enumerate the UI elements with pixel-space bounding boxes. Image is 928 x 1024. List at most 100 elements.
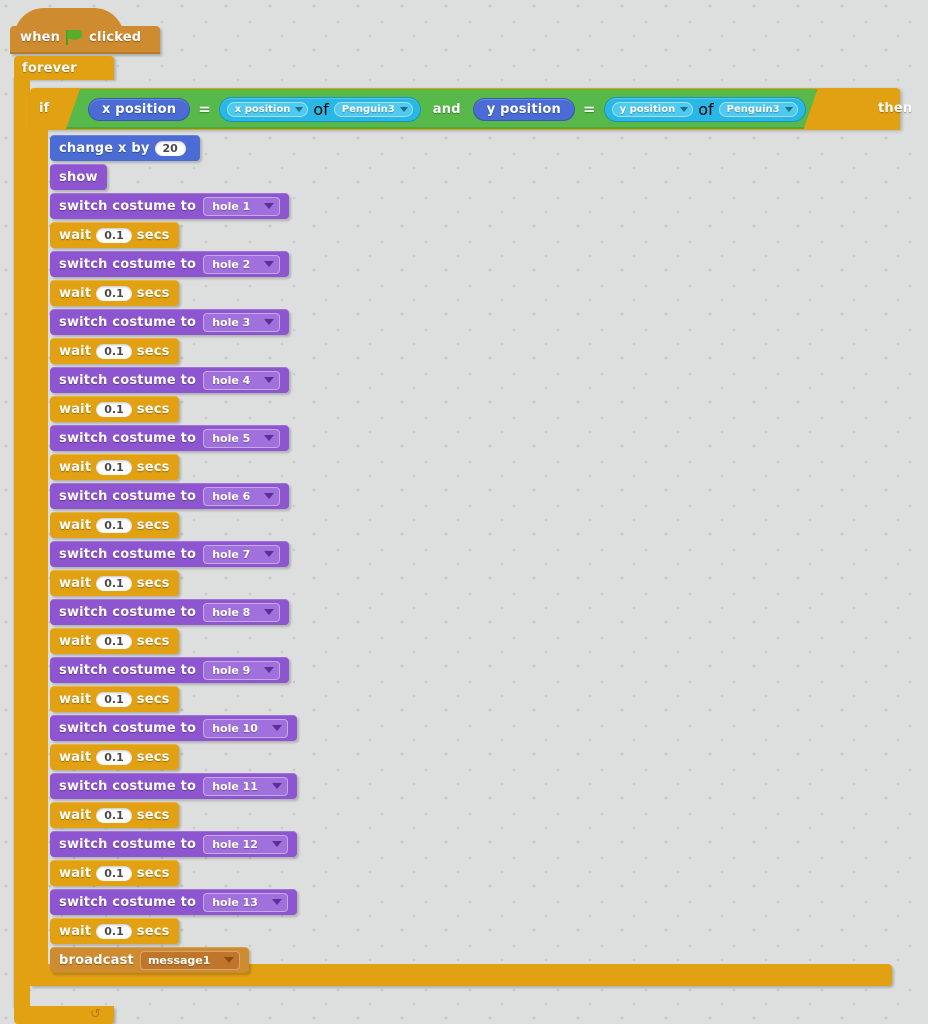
switch-costume-block-dropdown[interactable]: hole 8 xyxy=(203,602,281,622)
switch-costume-block-dropdown[interactable]: hole 10 xyxy=(203,718,288,738)
switch-costume-block[interactable]: switch costume to hole 2 xyxy=(50,251,290,277)
wait-block[interactable]: wait 0.1 secs xyxy=(50,628,179,654)
wait-block-value-input[interactable]: 0.1 xyxy=(96,517,132,533)
wait-block[interactable]: wait 0.1 secs xyxy=(50,918,179,944)
switch-costume-block[interactable]: switch costume to hole 12 xyxy=(50,831,297,857)
loop-arrow-icon: ↺ xyxy=(90,1007,101,1022)
green-flag-icon xyxy=(66,30,83,45)
wait-block-label: wait xyxy=(59,459,92,475)
switch-costume-block-dropdown-label: hole 6 xyxy=(212,489,251,503)
wait-block-suffix-label: secs xyxy=(136,401,170,417)
switch-costume-block-dropdown-label: hole 2 xyxy=(212,257,251,271)
wait-block[interactable]: wait 0.1 secs xyxy=(50,338,179,364)
switch-costume-block-dropdown-label: hole 11 xyxy=(212,779,258,793)
wait-block-suffix-label: secs xyxy=(136,517,170,533)
wait-block-value-input[interactable]: 0.1 xyxy=(96,807,132,823)
switch-costume-block-dropdown-label: hole 8 xyxy=(212,605,251,619)
switch-costume-block-dropdown[interactable]: hole 3 xyxy=(203,312,281,332)
wait-block-label: wait xyxy=(59,633,92,649)
wait-block-label: wait xyxy=(59,401,92,417)
wait-block-value-input[interactable]: 0.1 xyxy=(96,633,132,649)
switch-costume-block-dropdown[interactable]: hole 7 xyxy=(203,544,281,564)
broadcast-block-dropdown[interactable]: message1 xyxy=(139,950,241,970)
switch-costume-block-dropdown[interactable]: hole 12 xyxy=(203,834,288,854)
switch-costume-block-dropdown-label: hole 12 xyxy=(212,837,258,851)
x-position-reporter[interactable]: x position xyxy=(88,98,190,121)
wait-block[interactable]: wait 0.1 secs xyxy=(50,570,179,596)
of-label-y: of xyxy=(698,99,714,119)
property-dropdown-y[interactable]: y position xyxy=(612,102,694,117)
sprite-dropdown-x[interactable]: Penguin3 xyxy=(334,102,413,117)
switch-costume-block-dropdown[interactable]: hole 6 xyxy=(203,486,281,506)
switch-costume-block[interactable]: switch costume to hole 13 xyxy=(50,889,297,915)
switch-costume-block-dropdown[interactable]: hole 11 xyxy=(203,776,288,796)
switch-costume-block-label: switch costume to xyxy=(59,778,197,794)
when-flag-clicked-block[interactable]: when clicked xyxy=(10,8,160,54)
chevron-down-icon xyxy=(295,107,303,112)
switch-costume-block[interactable]: switch costume to hole 7 xyxy=(50,541,290,567)
wait-block[interactable]: wait 0.1 secs xyxy=(50,744,179,770)
change-x-by-block-value-input[interactable]: 20 xyxy=(154,140,186,156)
sensing-of-block-x[interactable]: x position of Penguin3 xyxy=(219,97,421,122)
script-canvas[interactable]: when clicked forever ↺ if x position = x… xyxy=(0,0,928,1024)
wait-block-suffix-label: secs xyxy=(136,923,170,939)
wait-block-value-input[interactable]: 0.1 xyxy=(96,343,132,359)
wait-block-value-input[interactable]: 0.1 xyxy=(96,401,132,417)
switch-costume-block-dropdown[interactable]: hole 1 xyxy=(203,196,281,216)
wait-block-value-input[interactable]: 0.1 xyxy=(96,285,132,301)
switch-costume-block[interactable]: switch costume to hole 5 xyxy=(50,425,290,451)
wait-block-value-input[interactable]: 0.1 xyxy=(96,865,132,881)
switch-costume-block[interactable]: switch costume to hole 1 xyxy=(50,193,290,219)
wait-block[interactable]: wait 0.1 secs xyxy=(50,280,179,306)
switch-costume-block-dropdown[interactable]: hole 13 xyxy=(203,892,288,912)
wait-block-value-input[interactable]: 0.1 xyxy=(96,923,132,939)
wait-block-suffix-label: secs xyxy=(136,343,170,359)
switch-costume-block[interactable]: switch costume to hole 6 xyxy=(50,483,290,509)
if-then-block-header[interactable]: if x position = x position of Penguin3 a… xyxy=(30,88,912,130)
broadcast-block-dropdown-label: message1 xyxy=(147,953,211,967)
switch-costume-block[interactable]: switch costume to hole 11 xyxy=(50,773,297,799)
wait-block-value-input[interactable]: 0.1 xyxy=(96,575,132,591)
wait-block[interactable]: wait 0.1 secs xyxy=(50,222,179,248)
equals-operator-block-y[interactable]: y position = y position of Penguin3 xyxy=(473,97,806,122)
switch-costume-block-dropdown-label: hole 7 xyxy=(212,547,251,561)
if-label: if xyxy=(39,101,50,116)
equals-operator-block-x[interactable]: x position = x position of Penguin3 xyxy=(88,97,421,122)
wait-block[interactable]: wait 0.1 secs xyxy=(50,686,179,712)
switch-costume-block-label: switch costume to xyxy=(59,546,197,562)
switch-costume-block-dropdown[interactable]: hole 2 xyxy=(203,254,281,274)
switch-costume-block-dropdown[interactable]: hole 4 xyxy=(203,370,281,390)
switch-costume-block-dropdown[interactable]: hole 5 xyxy=(203,428,281,448)
wait-block[interactable]: wait 0.1 secs xyxy=(50,396,179,422)
forever-block-header[interactable]: forever xyxy=(14,56,114,80)
property-dropdown-x[interactable]: x position xyxy=(227,102,309,117)
chevron-down-icon xyxy=(264,203,275,209)
wait-block[interactable]: wait 0.1 secs xyxy=(50,512,179,538)
equals-sign-x: = xyxy=(198,100,211,118)
switch-costume-block[interactable]: switch costume to hole 8 xyxy=(50,599,290,625)
switch-costume-block[interactable]: switch costume to hole 3 xyxy=(50,309,290,335)
switch-costume-block-label: switch costume to xyxy=(59,488,197,504)
switch-costume-block-dropdown[interactable]: hole 9 xyxy=(203,660,281,680)
switch-costume-block[interactable]: switch costume to hole 10 xyxy=(50,715,297,741)
change-x-by-block[interactable]: change x by 20 xyxy=(50,135,200,161)
switch-costume-block[interactable]: switch costume to hole 4 xyxy=(50,367,290,393)
switch-costume-block[interactable]: switch costume to hole 9 xyxy=(50,657,290,683)
sprite-dropdown-y[interactable]: Penguin3 xyxy=(719,102,798,117)
wait-block-value-input[interactable]: 0.1 xyxy=(96,691,132,707)
wait-block[interactable]: wait 0.1 secs xyxy=(50,454,179,480)
wait-block-value-input[interactable]: 0.1 xyxy=(96,459,132,475)
and-operator-block[interactable]: x position = x position of Penguin3 and xyxy=(66,89,818,129)
sensing-of-block-y[interactable]: y position of Penguin3 xyxy=(604,97,806,122)
switch-costume-block-label: switch costume to xyxy=(59,662,197,678)
chevron-down-icon xyxy=(264,493,275,499)
wait-block-value-input[interactable]: 0.1 xyxy=(96,227,132,243)
wait-block[interactable]: wait 0.1 secs xyxy=(50,802,179,828)
switch-costume-block-label: switch costume to xyxy=(59,720,197,736)
y-position-reporter[interactable]: y position xyxy=(473,98,575,121)
show-block[interactable]: show xyxy=(50,164,107,190)
wait-block[interactable]: wait 0.1 secs xyxy=(50,860,179,886)
wait-block-label: wait xyxy=(59,227,92,243)
wait-block-value-input[interactable]: 0.1 xyxy=(96,749,132,765)
broadcast-block[interactable]: broadcast message1 xyxy=(50,947,250,973)
